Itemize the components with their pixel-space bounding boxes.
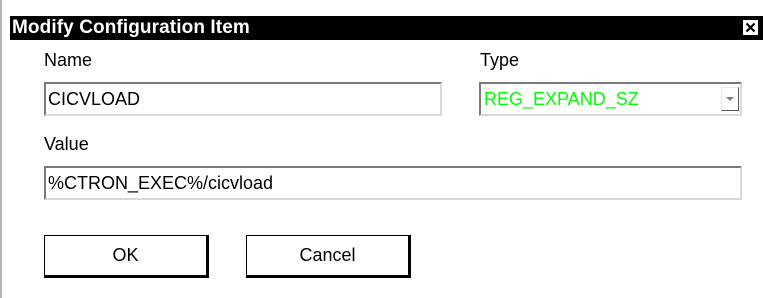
type-dropdown-button[interactable] (721, 87, 739, 111)
value-field-value: %CTRON_EXEC%/cicvload (48, 172, 274, 193)
close-icon (745, 22, 756, 33)
type-dropdown[interactable]: REG_EXPAND_SZ (479, 82, 742, 116)
type-dropdown-value: REG_EXPAND_SZ (484, 88, 639, 109)
dialog-title-bar[interactable]: Modify Configuration Item (10, 16, 763, 40)
name-field[interactable]: CICVLOAD (44, 82, 442, 116)
ok-button[interactable]: OK (44, 235, 209, 278)
cancel-button-label: Cancel (299, 245, 356, 265)
cancel-button[interactable]: Cancel (246, 235, 411, 278)
modify-configuration-item-dialog: Modify Configuration Item Name CICVLOAD … (0, 0, 763, 298)
close-button[interactable] (742, 19, 759, 36)
value-field[interactable]: %CTRON_EXEC%/cicvload (44, 166, 742, 200)
name-label: Name (44, 50, 93, 70)
value-label: Value (44, 134, 89, 154)
name-field-value: CICVLOAD (48, 88, 141, 109)
ok-button-label: OK (112, 245, 139, 265)
chevron-down-icon (726, 97, 734, 101)
type-label: Type (480, 50, 520, 70)
dialog-title: Modify Configuration Item (12, 17, 250, 38)
